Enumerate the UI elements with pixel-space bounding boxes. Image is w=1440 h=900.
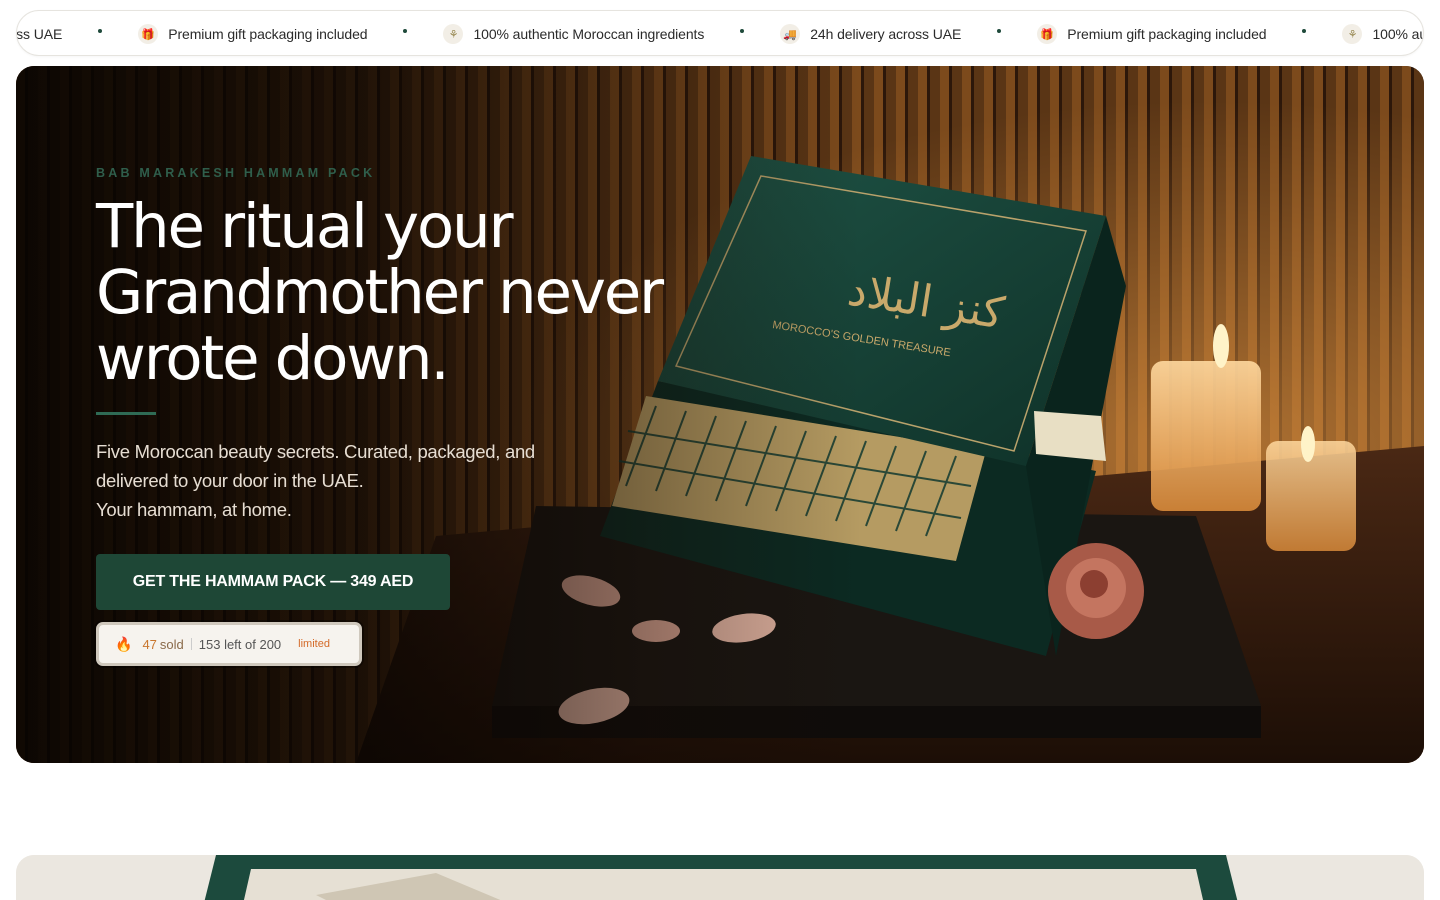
ticker-track: cross UAE 🎁 Premium gift packaging inclu… (16, 11, 1423, 55)
headline-line: Grandmother never (96, 257, 664, 328)
ticker-item-label: 100% authentic Moroccan ingredients (473, 26, 705, 42)
ticker-separator-dot (997, 29, 1002, 33)
hero-section: كنز البلاد MOROCCO'S GOLDEN TREASURE BAB… (16, 66, 1424, 763)
hero-eyebrow: BAB MARAKESH HAMMAM PACK (96, 166, 376, 180)
ticker-item: ⚘ 100% authentic Moroccan ingredients (1342, 24, 1423, 44)
hero-subcopy: Five Moroccan beauty secrets. Curated, p… (96, 437, 696, 524)
ticker-item-label: 100% authentic Moroccan ingredients (1372, 26, 1423, 42)
subcopy-line: delivered to your door in the UAE. (96, 470, 364, 491)
headline-divider (96, 412, 156, 415)
headline-line: The ritual your (96, 191, 514, 262)
hero-content: BAB MARAKESH HAMMAM PACK The ritual your… (96, 166, 696, 666)
leaf-icon: ⚘ (1342, 24, 1363, 44)
stock-divider (190, 638, 192, 650)
headline-line: wrote down. (96, 323, 450, 394)
ticker-item-label: Premium gift packaging included (168, 26, 368, 42)
ticker-item-label: cross UAE (16, 26, 63, 42)
truck-icon: 🚚 (780, 24, 801, 44)
subcopy-line: Five Moroccan beauty secrets. Curated, p… (96, 441, 535, 462)
announcement-ticker: cross UAE 🎁 Premium gift packaging inclu… (16, 10, 1424, 56)
ticker-item: 🚚 24h delivery across UAE (780, 24, 961, 44)
sold-label: sold (159, 636, 184, 652)
ticker-separator-dot (98, 29, 103, 33)
stock-indicator: 🔥 47 sold 153 left of 200 limited (96, 622, 362, 666)
ticker-separator-dot (403, 29, 408, 33)
leaf-icon: ⚘ (443, 24, 464, 44)
gift-box-image (16, 855, 1424, 900)
ticker-separator-dot (1302, 29, 1307, 33)
next-section-image (16, 855, 1424, 900)
subcopy-line: Your hammam, at home. (96, 499, 292, 520)
limited-badge: limited (298, 638, 330, 650)
ticker-item: 🎁 Premium gift packaging included (1037, 24, 1267, 44)
ticker-item-label: 24h delivery across UAE (810, 26, 962, 42)
sold-count: 47 (142, 636, 157, 652)
gift-icon: 🎁 (138, 24, 159, 44)
flame-icon: 🔥 (115, 635, 133, 652)
buy-hammam-pack-button[interactable]: GET THE HAMMAM PACK — 349 AED (96, 554, 450, 610)
stock-remaining: 153 left of 200 (198, 636, 282, 652)
ticker-separator-dot (740, 29, 745, 33)
ticker-item: cross UAE (16, 26, 63, 42)
ticker-item: 🎁 Premium gift packaging included (138, 24, 368, 44)
ticker-item-label: Premium gift packaging included (1067, 26, 1267, 42)
gift-icon: 🎁 (1037, 24, 1058, 44)
ticker-item: ⚘ 100% authentic Moroccan ingredients (443, 24, 704, 44)
hero-headline: The ritual your Grandmother never wrote … (96, 194, 696, 392)
